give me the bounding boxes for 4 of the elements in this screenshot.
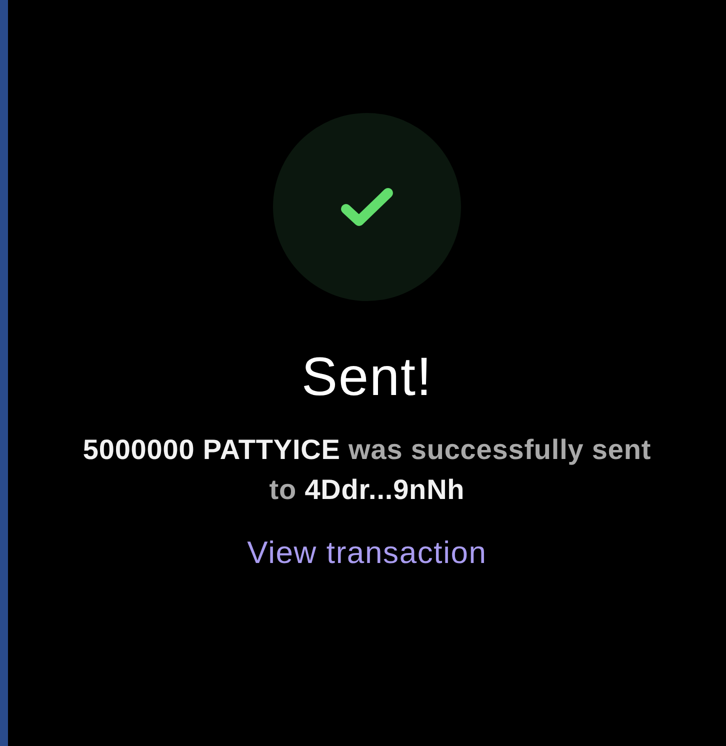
- check-icon: [340, 187, 394, 227]
- view-transaction-link[interactable]: View transaction: [247, 533, 487, 573]
- message: 5000000 PATTYICE was successfully sent to 4Ddr...9nNh: [82, 433, 652, 507]
- title: Sent!: [301, 347, 433, 407]
